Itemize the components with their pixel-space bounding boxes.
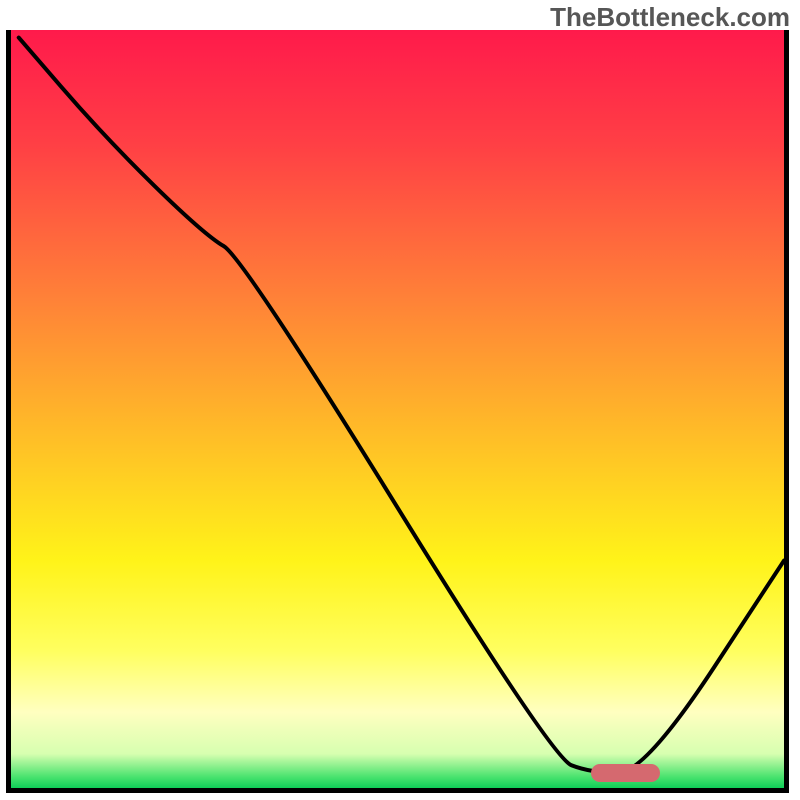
bottleneck-curve [11, 30, 784, 788]
optimal-range-marker [591, 764, 661, 782]
watermark-text: TheBottleneck.com [550, 2, 790, 33]
chart-frame [6, 30, 789, 793]
